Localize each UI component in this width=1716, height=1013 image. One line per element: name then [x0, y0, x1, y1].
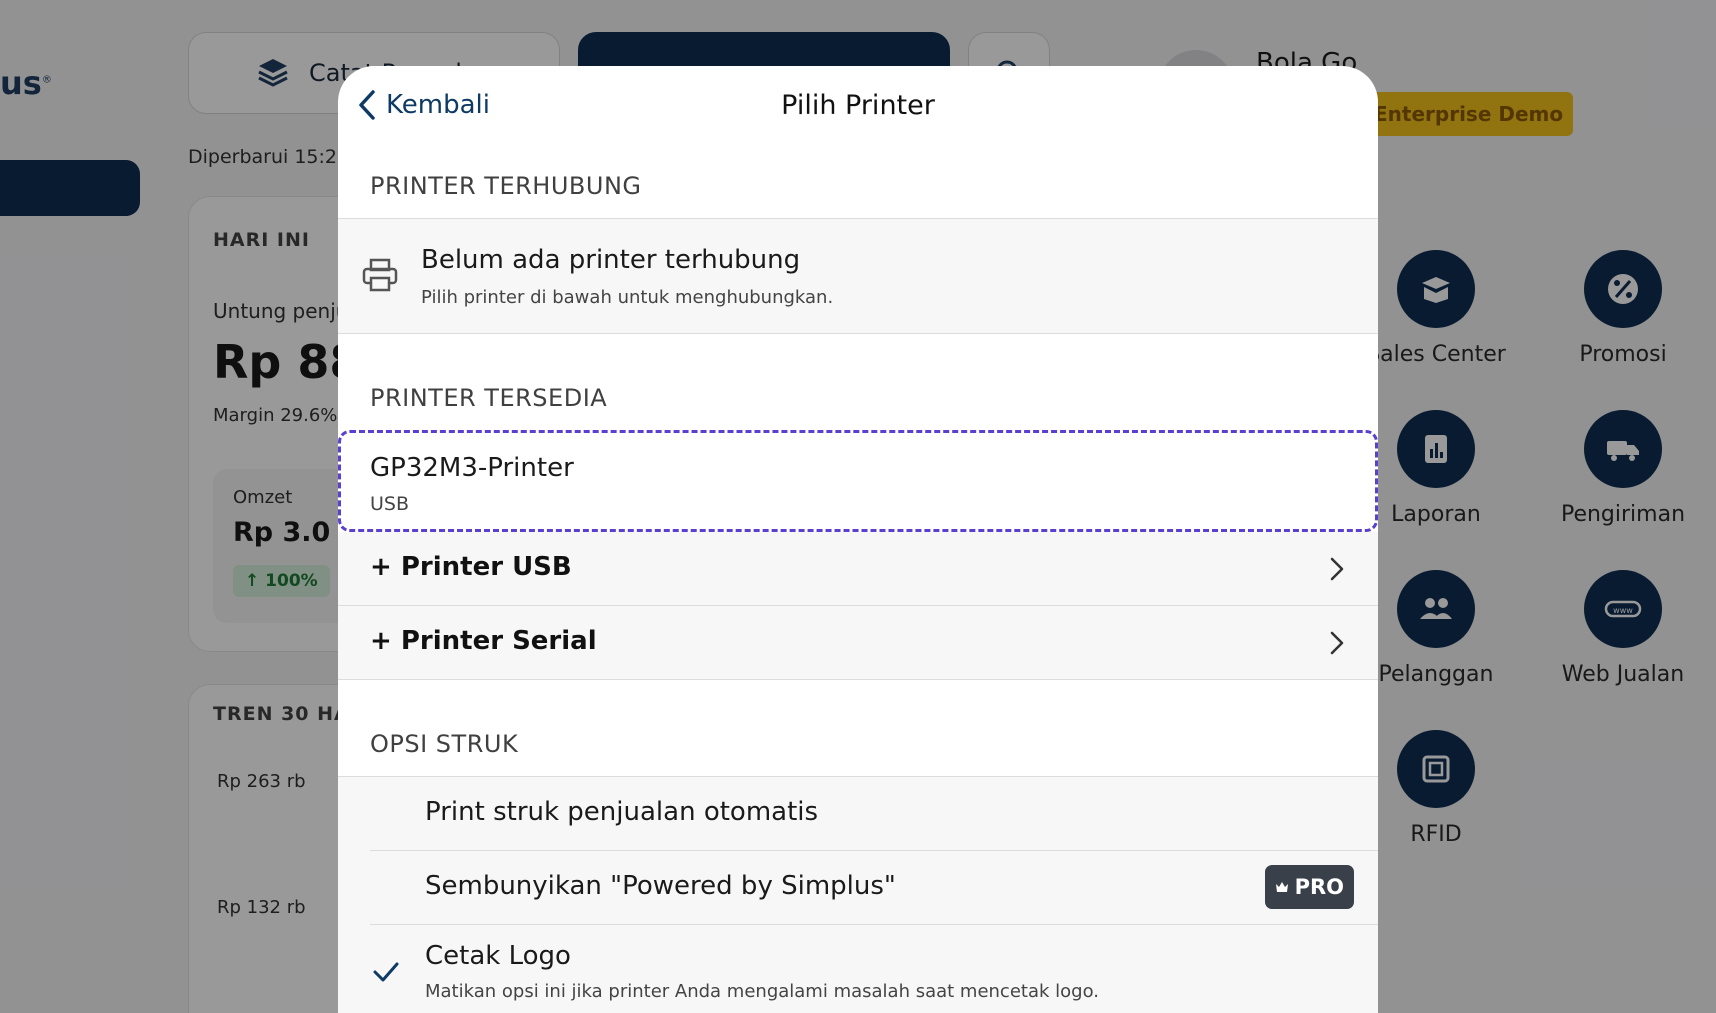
- printer-picker-modal: Kembali Pilih Printer PRINTER TERHUBUNG …: [338, 66, 1378, 1013]
- chevron-right-icon: [1330, 557, 1344, 581]
- printer-connection-type: USB: [370, 493, 410, 515]
- pro-badge: PRO: [1264, 865, 1354, 909]
- crown-icon: [1275, 882, 1288, 892]
- no-printer-title: Belum ada printer terhubung: [421, 245, 801, 275]
- modal-header: Kembali Pilih Printer: [338, 66, 1378, 150]
- receipt-options-section-title: OPSI STRUK: [370, 730, 519, 758]
- no-printer-subtitle: Pilih printer di bawah untuk menghubungk…: [421, 287, 834, 308]
- printer-icon: [362, 258, 398, 292]
- receipt-options-group: Print struk penjualan otomatis Sembunyik…: [338, 776, 1378, 1013]
- printer-item-gp32m3[interactable]: GP32M3-Printer USB: [338, 430, 1378, 532]
- add-serial-printer-row[interactable]: + Printer Serial: [338, 606, 1378, 680]
- option-print-logo[interactable]: Cetak Logo Matikan opsi ini jika printer…: [370, 925, 1378, 1013]
- connected-section-title: PRINTER TERHUBUNG: [370, 172, 642, 200]
- modal-title: Pilih Printer: [781, 90, 935, 121]
- available-section-title: PRINTER TERSEDIA: [370, 384, 608, 412]
- option-hide-powered-by[interactable]: Sembunyikan "Powered by Simplus" PRO: [370, 851, 1378, 925]
- printer-name: GP32M3-Printer: [370, 453, 574, 483]
- option-print-logo-label: Cetak Logo: [425, 941, 571, 971]
- option-auto-print-label: Print struk penjualan otomatis: [425, 797, 819, 827]
- option-print-logo-subtitle: Matikan opsi ini jika printer Anda menga…: [425, 981, 1099, 1002]
- pro-badge-label: PRO: [1294, 875, 1344, 899]
- option-hide-powered-by-label: Sembunyikan "Powered by Simplus": [425, 871, 896, 901]
- add-serial-printer-label: + Printer Serial: [370, 626, 597, 656]
- add-usb-printer-row[interactable]: + Printer USB: [338, 532, 1378, 606]
- chevron-right-icon: [1330, 631, 1344, 655]
- checkmark-icon: [373, 962, 399, 982]
- add-usb-printer-label: + Printer USB: [370, 552, 572, 582]
- no-printer-row: Belum ada printer terhubung Pilih printe…: [338, 218, 1378, 334]
- option-auto-print[interactable]: Print struk penjualan otomatis: [370, 777, 1378, 851]
